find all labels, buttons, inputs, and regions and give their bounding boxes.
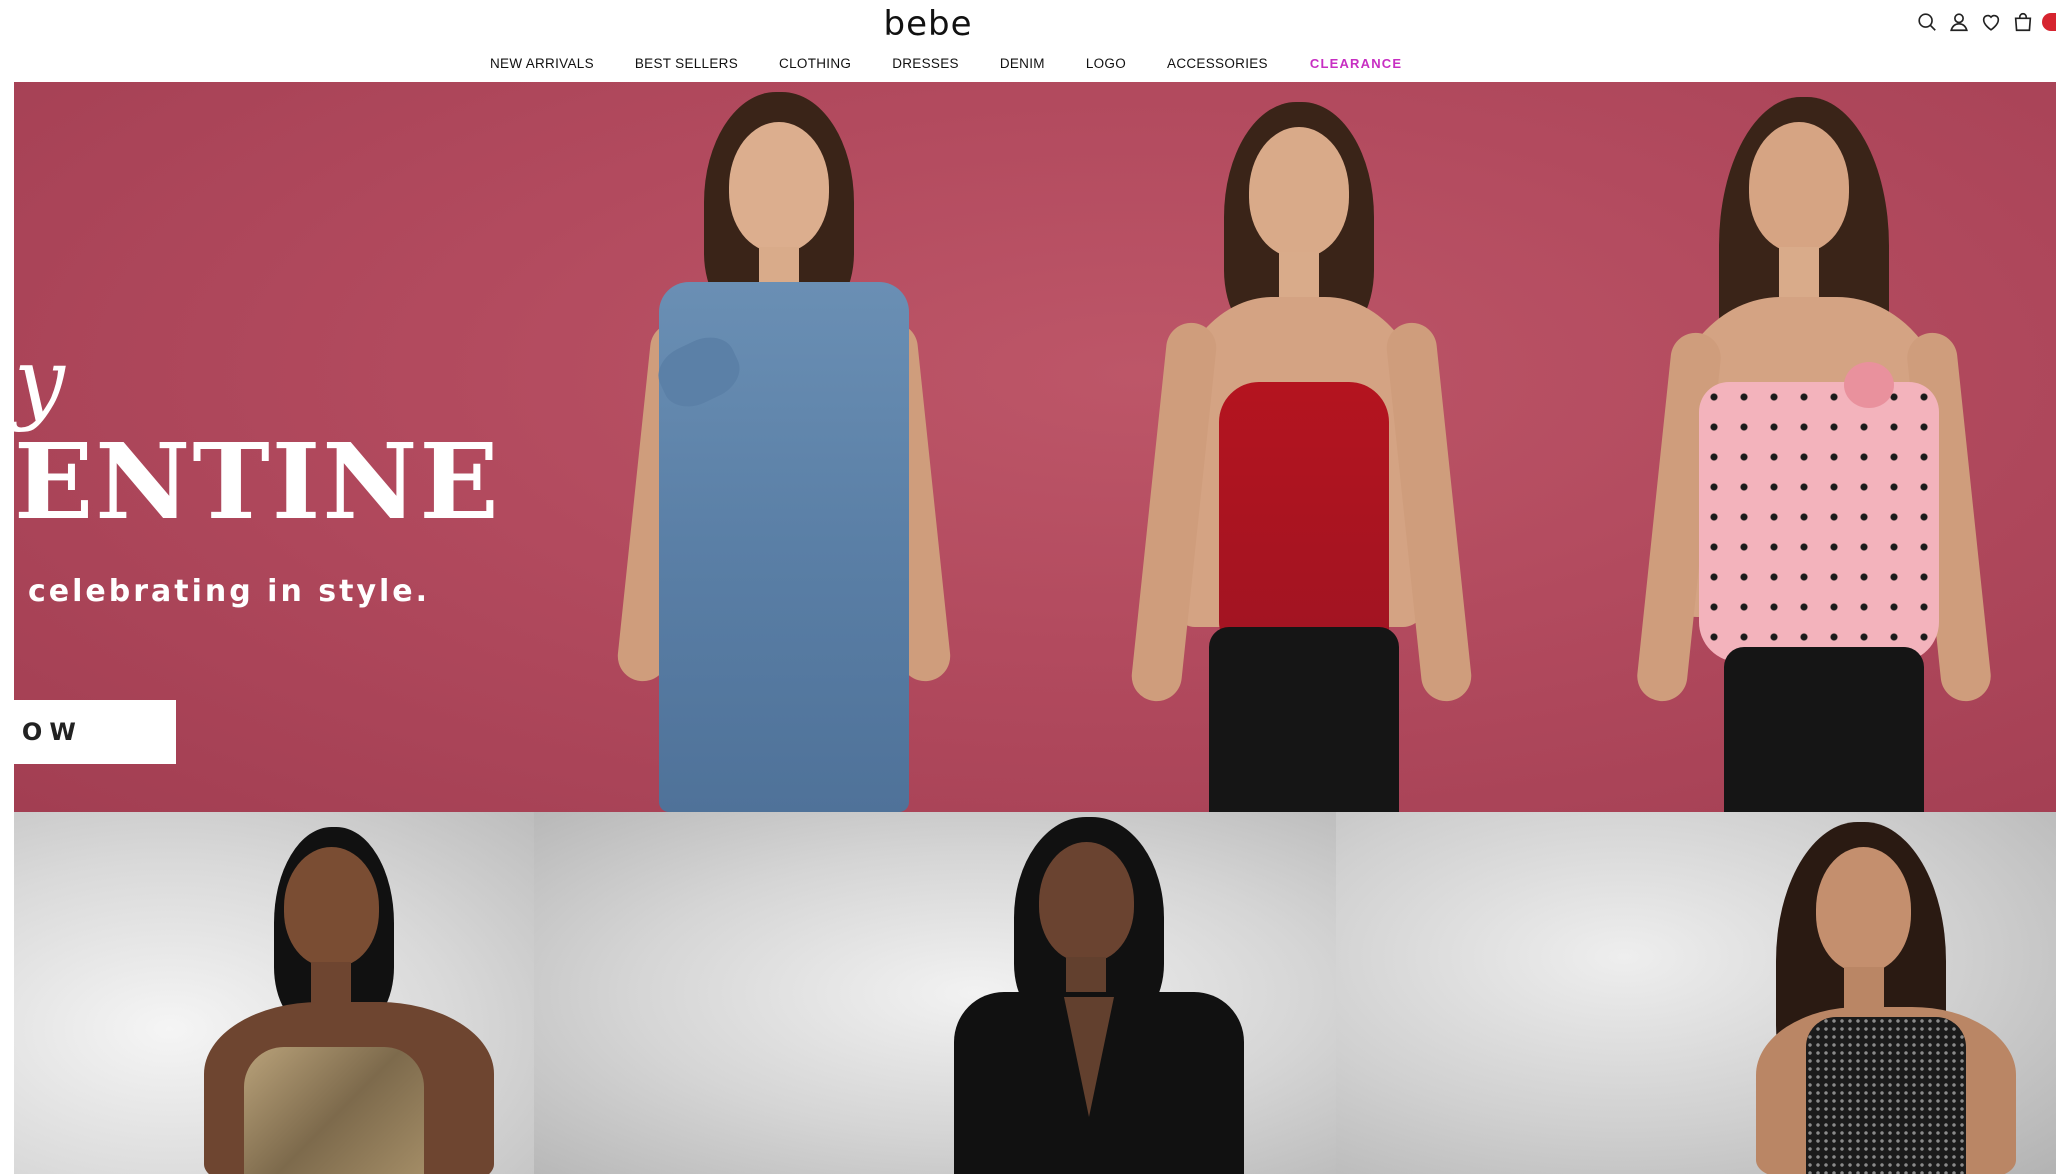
category-tile-velvet-blazer[interactable] bbox=[534, 812, 1336, 1174]
category-tile-studded-tank[interactable] bbox=[1336, 812, 2056, 1174]
rose-embellishment bbox=[1844, 362, 1894, 408]
shop-now-label: IOW bbox=[14, 718, 83, 746]
nav-clearance[interactable]: CLEARANCE bbox=[1310, 56, 1402, 71]
search-icon[interactable] bbox=[1916, 11, 1938, 33]
cart-count-badge bbox=[2042, 13, 2056, 31]
polka-dot-peplum-top bbox=[1699, 382, 1939, 662]
model-face bbox=[1816, 847, 1911, 972]
hero-banner[interactable]: y ENTINE celebrating in style. IOW bbox=[14, 82, 2056, 812]
nav-denim[interactable]: DENIM bbox=[1000, 56, 1045, 71]
main-navigation: NEW ARRIVALS BEST SELLERS CLOTHING DRESS… bbox=[0, 52, 2056, 74]
nav-dresses[interactable]: DRESSES bbox=[892, 56, 959, 71]
hero-model-polka-dot-top[interactable] bbox=[1634, 82, 1994, 812]
hero-model-denim-dress[interactable] bbox=[604, 82, 984, 812]
model-face bbox=[1039, 842, 1134, 962]
nav-best-sellers[interactable]: BEST SELLERS bbox=[635, 56, 738, 71]
tile-model-3 bbox=[1736, 822, 2056, 1174]
nav-logo[interactable]: LOGO bbox=[1086, 56, 1126, 71]
tile-model-1 bbox=[204, 822, 514, 1174]
metallic-halter-top bbox=[244, 1047, 424, 1174]
model-face bbox=[729, 122, 829, 252]
category-tile-metallic-top[interactable] bbox=[14, 812, 534, 1174]
header-icons bbox=[1916, 10, 2056, 34]
account-icon[interactable] bbox=[1948, 11, 1970, 33]
hero-model-red-lace-top[interactable] bbox=[1129, 82, 1474, 812]
brand-logo[interactable]: bebe bbox=[870, 4, 986, 44]
black-pants bbox=[1209, 627, 1399, 812]
black-pants bbox=[1724, 647, 1924, 812]
wishlist-heart-icon[interactable] bbox=[1980, 11, 2002, 33]
red-lace-bustier bbox=[1219, 382, 1389, 652]
hero-title: ENTINE bbox=[14, 420, 501, 543]
nav-new-arrivals[interactable]: NEW ARRIVALS bbox=[490, 56, 594, 71]
nav-accessories[interactable]: ACCESSORIES bbox=[1167, 56, 1268, 71]
model-face bbox=[284, 847, 379, 967]
shopping-bag-icon[interactable] bbox=[2012, 11, 2034, 33]
tile-model-2 bbox=[954, 817, 1264, 1174]
hero-subtitle: celebrating in style. bbox=[28, 574, 431, 609]
shop-now-button[interactable]: IOW bbox=[14, 700, 176, 764]
model-face bbox=[1749, 122, 1849, 252]
studded-black-tank bbox=[1806, 1017, 1966, 1174]
nav-clothing[interactable]: CLOTHING bbox=[779, 56, 851, 71]
model-face bbox=[1249, 127, 1349, 257]
site-header: bebe NEW ARRIVALS BEST SELLERS CLOTHING … bbox=[0, 0, 2056, 82]
category-tile-grid bbox=[14, 812, 2056, 1174]
